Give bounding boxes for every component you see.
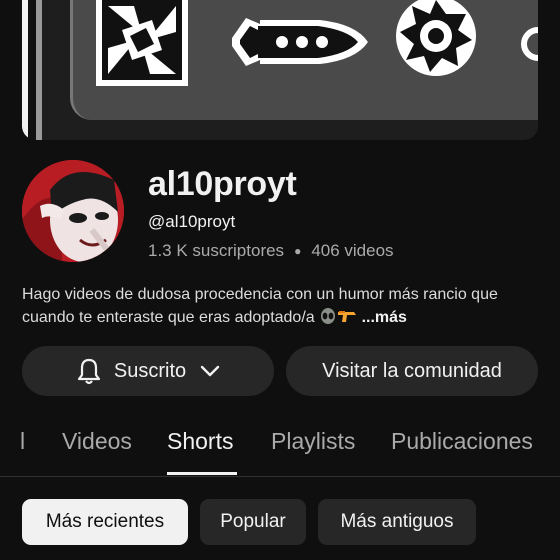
channel-tabs: l Videos Shorts Playlists Publicaciones <box>0 408 560 477</box>
banner-art <box>96 0 538 86</box>
channel-avatar[interactable] <box>22 160 124 262</box>
channel-description[interactable]: Hago videos de dudosa procedencia con un… <box>22 283 542 332</box>
alien-icon <box>319 307 337 332</box>
subscriber-count: 1.3 K suscriptores <box>148 241 285 260</box>
active-tab-indicator <box>167 472 237 475</box>
channel-stats: 1.3 K suscriptores ● 406 videos <box>148 241 394 261</box>
avatar-image <box>22 160 124 262</box>
chip-popular[interactable]: Popular <box>200 499 306 545</box>
bell-icon <box>76 357 102 385</box>
banner-rocket-icon <box>232 18 368 66</box>
banner-sawblade-icon <box>396 0 476 76</box>
tab-videos[interactable]: Videos <box>62 428 132 455</box>
subscribed-label: Suscrito <box>113 359 187 382</box>
visit-community-label: Visitar la comunidad <box>322 359 502 382</box>
chip-most-recent[interactable]: Más recientes <box>22 499 188 545</box>
banner-partial-icon <box>521 27 538 61</box>
subscribed-button[interactable]: Suscrito <box>22 346 274 396</box>
video-count: 406 videos <box>311 241 394 260</box>
more-link[interactable]: ...más <box>362 309 407 326</box>
tab-posts[interactable]: Publicaciones <box>391 428 533 455</box>
tab-playlists[interactable]: Playlists <box>271 428 355 455</box>
chip-oldest[interactable]: Más antiguos <box>318 499 476 545</box>
tab-home[interactable]: l <box>20 428 25 455</box>
channel-banner <box>22 0 538 140</box>
visit-community-button[interactable]: Visitar la comunidad <box>286 346 538 396</box>
banner-pinwheel-icon <box>96 0 188 86</box>
tab-shorts[interactable]: Shorts <box>167 428 233 455</box>
channel-handle: @al10proyt <box>148 212 236 231</box>
channel-name: al10proyt <box>148 165 297 203</box>
water-gun-icon <box>337 307 357 332</box>
chevron-down-icon <box>200 364 220 378</box>
description-text: Hago videos de dudosa procedencia con un… <box>22 286 498 326</box>
separator-dot: ● <box>294 244 302 258</box>
